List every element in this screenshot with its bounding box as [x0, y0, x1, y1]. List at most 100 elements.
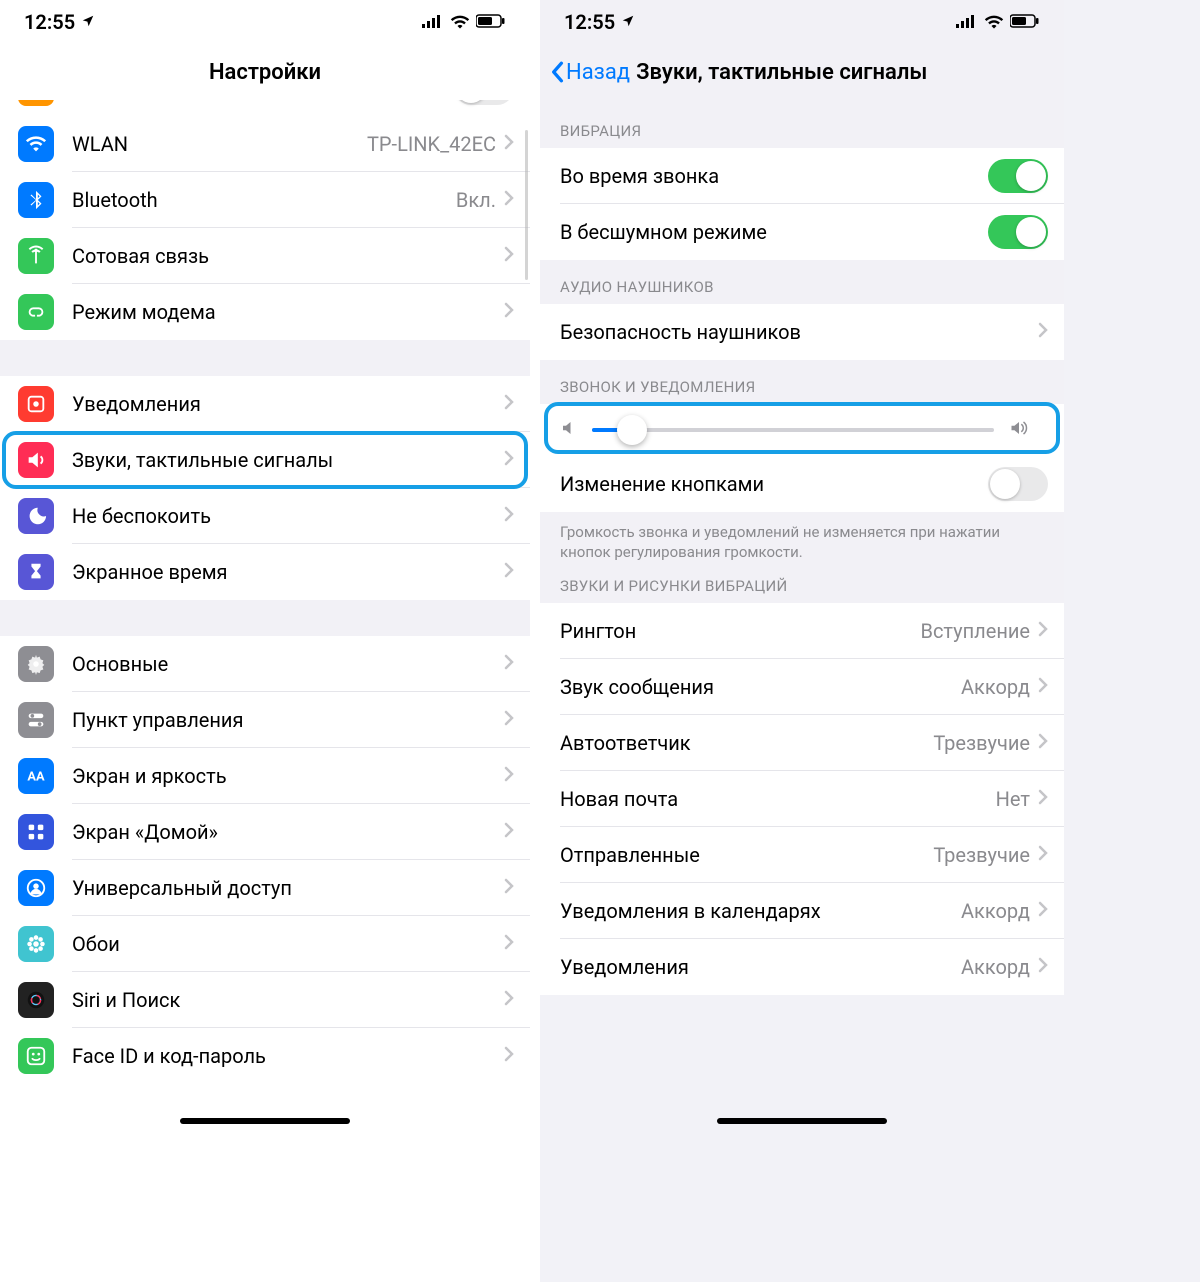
hourglass-icon: [18, 554, 54, 590]
row-label: Siri и Поиск: [72, 988, 504, 1012]
sound-row-newmail[interactable]: Новая почта Нет: [540, 771, 1064, 827]
settings-root-screen: 12:55 Настройки WLAN: [0, 0, 530, 1282]
settings-row-wallpaper[interactable]: Обои: [0, 916, 530, 972]
settings-row-screentime[interactable]: Экранное время: [0, 544, 530, 600]
chevron-right-icon: [504, 934, 514, 954]
status-time: 12:55: [564, 10, 615, 34]
svg-text:AA: AA: [27, 770, 45, 785]
settings-row-display[interactable]: AA Экран и яркость: [0, 748, 530, 804]
settings-row-bluetooth[interactable]: Bluetooth Вкл.: [0, 172, 530, 228]
moon-icon: [18, 498, 54, 534]
chevron-left-icon: [550, 61, 564, 83]
sound-row-calendar[interactable]: Уведомления в календарях Аккорд: [540, 883, 1064, 939]
status-bar: 12:55: [0, 0, 530, 44]
volume-high-icon: [1008, 419, 1030, 441]
row-label: Отправленные: [560, 843, 933, 867]
settings-row-siri[interactable]: Siri и Поиск: [0, 972, 530, 1028]
change-with-buttons-toggle[interactable]: [988, 467, 1048, 501]
row-label: Пункт управления: [72, 708, 504, 732]
change-with-buttons-row[interactable]: Изменение кнопками: [540, 456, 1064, 512]
battery-icon: [476, 10, 506, 34]
sound-row-ringtone[interactable]: Рингтон Вступление: [540, 603, 1064, 659]
slider-thumb[interactable]: [617, 415, 647, 445]
settings-row-hotspot[interactable]: Режим модема: [0, 284, 530, 340]
row-value: Нет: [996, 787, 1030, 811]
speaker-icon: [18, 442, 54, 478]
row-label: Изменение кнопками: [560, 472, 988, 496]
signal-icon: [422, 10, 444, 34]
settings-row-cellular[interactable]: Сотовая связь: [0, 228, 530, 284]
sound-row-texttone[interactable]: Звук сообщения Аккорд: [540, 659, 1064, 715]
wifi-icon: [450, 10, 470, 34]
siri-icon: [18, 982, 54, 1018]
chevron-right-icon: [504, 1046, 514, 1066]
antenna-icon: [18, 238, 54, 274]
vibrate-on-ring-row[interactable]: Во время звонка: [540, 148, 1064, 204]
row-label: Во время звонка: [560, 164, 988, 188]
settings-row-dnd[interactable]: Не беспокоить: [0, 488, 530, 544]
settings-row-homescreen[interactable]: Экран «Домой»: [0, 804, 530, 860]
settings-row-faceid[interactable]: Face ID и код-пароль: [0, 1028, 530, 1084]
nav-bar: Назад Звуки, тактильные сигналы: [540, 44, 1064, 100]
row-label: Экран и яркость: [72, 764, 504, 788]
gear-icon: [18, 646, 54, 682]
chevron-right-icon: [504, 394, 514, 414]
link-icon: [18, 294, 54, 330]
sound-row-reminders[interactable]: Уведомления Аккорд: [540, 939, 1064, 995]
volume-slider[interactable]: [592, 428, 994, 432]
location-icon: [81, 10, 95, 34]
chevron-right-icon: [1038, 621, 1048, 641]
chevron-right-icon: [1038, 322, 1048, 342]
page-title: Настройки: [0, 60, 530, 85]
chevron-right-icon: [1038, 845, 1048, 865]
settings-row-controlcenter[interactable]: Пункт управления: [0, 692, 530, 748]
signal-icon: [956, 10, 978, 34]
airplane-icon: [18, 100, 54, 106]
row-label: Безопасность наушников: [560, 320, 1038, 344]
row-label: Bluetooth: [72, 188, 456, 212]
sound-row-voicemail[interactable]: Автоответчик Трезвучие: [540, 715, 1064, 771]
settings-row-wlan[interactable]: WLAN TP-LINK_42EC: [0, 116, 530, 172]
wifi-icon: [18, 126, 54, 162]
row-label: Сотовая связь: [72, 244, 504, 268]
vibrate-on-ring-toggle[interactable]: [988, 159, 1048, 193]
row-label: Новая почта: [560, 787, 996, 811]
ringer-volume-slider-row: [540, 404, 1064, 456]
row-label: Обои: [72, 932, 504, 956]
settings-row-sounds[interactable]: Звуки, тактильные сигналы: [0, 432, 530, 488]
chevron-right-icon: [504, 878, 514, 898]
airplane-toggle[interactable]: [454, 100, 514, 105]
chevron-right-icon: [1038, 789, 1048, 809]
settings-row-notifications[interactable]: Уведомления: [0, 376, 530, 432]
headphone-safety-row[interactable]: Безопасность наушников: [540, 304, 1064, 360]
wifi-icon: [984, 10, 1004, 34]
vibrate-on-silent-toggle[interactable]: [988, 215, 1048, 249]
row-label: Режим модема: [72, 300, 504, 324]
row-label: В бесшумном режиме: [560, 220, 988, 244]
chevron-right-icon: [1038, 901, 1048, 921]
status-time: 12:55: [24, 10, 75, 34]
row-label: Уведомления: [560, 955, 961, 979]
vibrate-on-silent-row[interactable]: В бесшумном режиме: [540, 204, 1064, 260]
aa-icon: AA: [18, 758, 54, 794]
page-title: Звуки, тактильные сигналы: [636, 60, 927, 85]
row-label: Автоответчик: [560, 731, 933, 755]
row-label: WLAN: [72, 132, 367, 156]
bluetooth-icon: [18, 182, 54, 218]
row-label: Не беспокоить: [72, 504, 504, 528]
back-button[interactable]: Назад: [550, 60, 630, 85]
row-label: Универсальный доступ: [72, 876, 504, 900]
home-indicator: [180, 1118, 350, 1124]
chevron-right-icon: [504, 506, 514, 526]
row-label: Экран «Домой»: [72, 820, 504, 844]
settings-row-general[interactable]: Основные: [0, 636, 530, 692]
row-label: Основные: [72, 652, 504, 676]
sounds-settings-screen: 12:55 Назад Звуки, тактильные сигналы ВИ…: [540, 0, 1064, 1282]
flower-icon: [18, 926, 54, 962]
sound-row-sentmail[interactable]: Отправленные Трезвучие: [540, 827, 1064, 883]
row-value: Трезвучие: [933, 731, 1030, 755]
row-value: TP-LINK_42EC: [367, 132, 496, 156]
settings-row-accessibility[interactable]: Универсальный доступ: [0, 860, 530, 916]
location-icon: [621, 10, 635, 34]
chevron-right-icon: [1038, 957, 1048, 977]
